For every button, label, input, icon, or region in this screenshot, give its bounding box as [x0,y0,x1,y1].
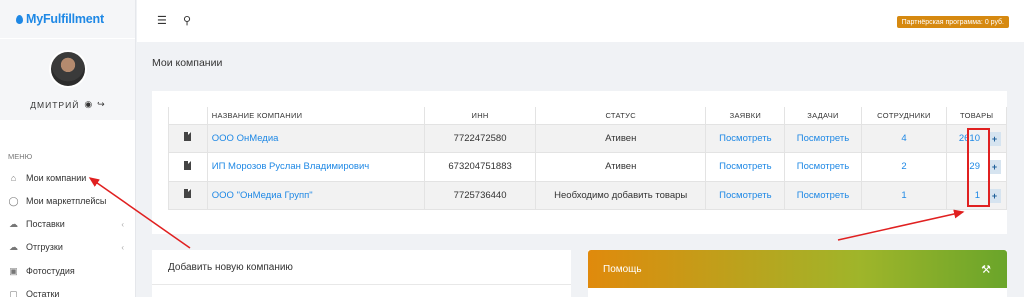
column-header-status: СТАТУС [535,107,707,125]
tasks-view-link[interactable]: Посмотреть [784,123,862,153]
add-company-card: Добавить новую компанию [152,250,571,297]
home-icon: ⌂ [10,173,17,183]
help-card: Помощь ⚒ [588,250,1007,297]
sidebar-item-label: Отгрузки [26,242,63,252]
column-header-tasks: ЗАДАЧИ [784,107,862,125]
staff-count-link[interactable]: 2 [860,152,948,182]
cloud-upload-icon: ☁ [9,218,18,229]
column-header-staff: СОТРУДНИКИ [860,107,948,125]
partner-program-badge[interactable]: Партнёрская программа: 0 руб. [896,16,1009,28]
requests-view-link[interactable]: Посмотреть [705,180,786,210]
cloud-download-icon: ☁ [9,241,18,252]
document-icon [184,160,192,170]
staff-count-link[interactable]: 1 [860,180,948,210]
box-icon: ▢ [9,288,18,297]
logout-icon[interactable]: ↪ [97,99,105,110]
company-name-link[interactable]: ИП Морозов Руслан Владимирович [206,152,426,182]
column-header-requests: ЗАЯВКИ [705,107,786,125]
document-icon [184,132,192,142]
sidebar: MyFulfillment ДМИТРИЙ ◉ ↪ МЕНЮ ⌂ Мои ком… [0,0,136,297]
inn-cell: 7722472580 [424,123,537,153]
hamburger-menu-icon[interactable]: ☰ [157,14,167,27]
inn-cell: 7725736440 [424,180,537,210]
staff-count-link[interactable]: 4 [860,123,948,153]
sidebar-item-label: Поставки [26,219,65,229]
requests-view-link[interactable]: Посмотреть [705,123,786,153]
globe-icon: ◯ [8,195,19,206]
tasks-view-link[interactable]: Посмотреть [784,152,862,182]
menu-label: МЕНЮ [8,152,33,161]
table-cell [168,180,208,210]
avatar[interactable] [48,50,87,88]
column-header-goods: ТОВАРЫ [946,107,1007,125]
sidebar-item-label: Мои компании [26,173,87,183]
page-title: Мои компании [152,57,223,69]
sidebar-item-label: Фотостудия [26,266,75,276]
sidebar-item-my-marketplaces[interactable]: ◯ Мои маркетплейсы [8,193,128,209]
chevron-left-icon: ‹ [121,242,124,252]
drop-logo-icon [16,14,23,24]
table-cell [168,152,208,182]
sidebar-item-supplies[interactable]: ☁ Поставки ‹ [8,216,128,232]
companies-card: НАЗВАНИЕ КОМПАНИИ ИНН СТАТУС ЗАЯВКИ ЗАДА… [152,91,1007,234]
status-cell: Необходимо добавить товары [535,180,707,210]
company-name-link[interactable]: ООО ОнМедиа [206,123,426,153]
column-header-icon [168,107,208,125]
sidebar-item-label: Мои маркетплейсы [26,196,107,206]
help-title: Помощь [603,263,642,275]
user-profile: ДМИТРИЙ ◉ ↪ [0,38,135,120]
inn-cell: 673204751883 [424,152,537,182]
chevron-left-icon: ‹ [121,219,124,229]
companies-table: НАЗВАНИЕ КОМПАНИИ ИНН СТАТУС ЗАЯВКИ ЗАДА… [168,107,1007,210]
logo[interactable]: MyFulfillment [0,0,135,38]
fire-icon[interactable]: ◉ [84,99,92,110]
table-cell [168,123,208,153]
sidebar-item-shipments[interactable]: ☁ Отгрузки ‹ [8,239,128,255]
user-name: ДМИТРИЙ [30,99,80,110]
column-header-inn: ИНН [424,107,537,125]
table-row: ИП Морозов Руслан Владимирович 673204751… [168,152,1007,182]
wrench-icon[interactable]: ⚒ [981,263,991,276]
table-row: ООО ОнМедиа 7722472580 Ативен Посмотреть… [168,123,1007,153]
sidebar-item-photostudio[interactable]: ▣ Фотостудия [8,263,128,279]
status-cell: Ативен [535,123,707,153]
table-row: ООО "ОнМедиа Групп" 7725736440 Необходим… [168,180,1007,210]
status-cell: Ативен [535,152,707,182]
table-header-row: НАЗВАНИЕ КОМПАНИИ ИНН СТАТУС ЗАЯВКИ ЗАДА… [168,107,1007,125]
camera-icon: ▣ [9,265,18,276]
logo-text: MyFulfillment [26,12,104,26]
sidebar-item-label: Остатки [26,289,60,297]
requests-view-link[interactable]: Посмотреть [705,152,786,182]
sidebar-item-stock[interactable]: ▢ Остатки [8,286,128,297]
add-company-title: Добавить новую компанию [152,250,571,285]
document-icon [184,189,192,199]
company-name-link[interactable]: ООО "ОнМедиа Групп" [206,180,426,210]
tasks-view-link[interactable]: Посмотреть [784,180,862,210]
topbar: ☰ ⚲ Партнёрская программа: 0 руб. [137,0,1024,42]
sidebar-item-my-companies[interactable]: ⌂ Мои компании [8,170,128,186]
column-header-name: НАЗВАНИЕ КОМПАНИИ [206,107,426,125]
search-icon[interactable]: ⚲ [183,14,191,27]
annotation-highlight-box [967,128,990,207]
